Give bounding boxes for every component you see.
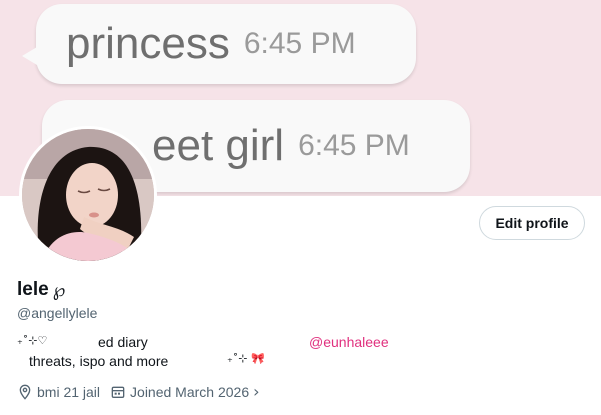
calendar-icon bbox=[111, 386, 125, 398]
joined-item[interactable]: Joined March 2026 › bbox=[110, 382, 260, 401]
bio-text-line2: threats, ispo and more bbox=[29, 353, 169, 369]
bio-decoration: ₊˚⊹ 🎀 bbox=[227, 352, 265, 365]
avatar-photo bbox=[22, 129, 154, 261]
bio-decoration: ₊˚⊹♡ bbox=[17, 334, 48, 347]
bubble-time: 6:45 PM bbox=[298, 129, 410, 162]
user-handle: @angellylele bbox=[17, 305, 98, 321]
display-name: lele ℘ bbox=[17, 279, 65, 301]
location-pin-icon bbox=[19, 384, 31, 400]
bubble-message: eet girl bbox=[152, 121, 285, 170]
chat-bubble-princess: princess 6:45 PM bbox=[22, 4, 416, 84]
bubble-time: 6:45 PM bbox=[243, 27, 356, 60]
joined-text: Joined March 2026 bbox=[130, 383, 250, 400]
bio-text-line1: ed diary bbox=[98, 334, 148, 350]
chevron-right-icon: › bbox=[253, 382, 260, 401]
location-text: bmi 21 jail bbox=[37, 383, 101, 400]
profile-meta: bmi 21 jail Joined March 2026 › bbox=[17, 382, 260, 401]
bubble-message: princess bbox=[66, 19, 230, 68]
edit-profile-button[interactable]: Edit profile bbox=[479, 206, 585, 240]
location-item: bmi 21 jail bbox=[17, 384, 100, 400]
avatar[interactable] bbox=[19, 126, 157, 264]
name-decoration-glyph: ℘ bbox=[52, 279, 66, 301]
bio-mention-link[interactable]: @eunhaleee bbox=[309, 334, 389, 350]
display-name-text: lele bbox=[17, 279, 49, 300]
